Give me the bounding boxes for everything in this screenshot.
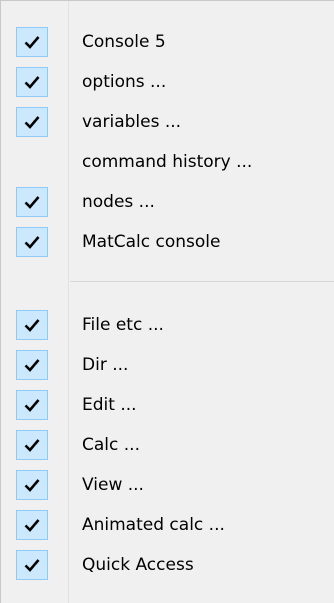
- check-icon: [16, 430, 48, 460]
- check-icon: [16, 550, 48, 580]
- check-icon: [16, 187, 48, 217]
- menu-item-options[interactable]: options ...: [1, 65, 334, 99]
- menu-item-label: nodes ...: [82, 192, 155, 212]
- menu-item-command-history[interactable]: command history ...: [1, 145, 334, 179]
- menu-item-label: MatCalc console: [82, 232, 221, 252]
- check-icon: [16, 510, 48, 540]
- menu-item-edit[interactable]: Edit ...: [1, 388, 334, 422]
- menu-item-label: Quick Access: [82, 555, 194, 575]
- menu-separator: [70, 281, 334, 282]
- check-icon: [16, 27, 48, 57]
- check-icon: [16, 350, 48, 380]
- context-menu: Console 5 options ... variables ... comm…: [0, 0, 334, 603]
- menu-item-quick-access[interactable]: Quick Access: [1, 548, 334, 582]
- check-icon: [16, 227, 48, 257]
- menu-item-label: Calc ...: [82, 435, 140, 455]
- menu-item-label: View ...: [82, 475, 144, 495]
- menu-item-label: Console 5: [82, 32, 166, 52]
- menu-item-label: Edit ...: [82, 395, 137, 415]
- menu-item-label: options ...: [82, 72, 167, 92]
- check-icon: [16, 310, 48, 340]
- menu-item-label: Animated calc ...: [82, 515, 225, 535]
- menu-item-label: command history ...: [82, 152, 253, 172]
- check-icon: [16, 390, 48, 420]
- menu-item-variables[interactable]: variables ...: [1, 105, 334, 139]
- menu-item-view[interactable]: View ...: [1, 468, 334, 502]
- check-icon: [16, 67, 48, 97]
- menu-item-label: File etc ...: [82, 315, 164, 335]
- check-icon: [16, 470, 48, 500]
- menu-item-file-etc[interactable]: File etc ...: [1, 308, 334, 342]
- menu-item-label: variables ...: [82, 112, 182, 132]
- menu-item-calc[interactable]: Calc ...: [1, 428, 334, 462]
- check-icon: [16, 107, 48, 137]
- menu-item-console-5[interactable]: Console 5: [1, 25, 334, 59]
- menu-item-animated-calc[interactable]: Animated calc ...: [1, 508, 334, 542]
- menu-item-dir[interactable]: Dir ...: [1, 348, 334, 382]
- menu-item-nodes[interactable]: nodes ...: [1, 185, 334, 219]
- menu-item-matcalc-console[interactable]: MatCalc console: [1, 225, 334, 259]
- menu-item-label: Dir ...: [82, 355, 129, 375]
